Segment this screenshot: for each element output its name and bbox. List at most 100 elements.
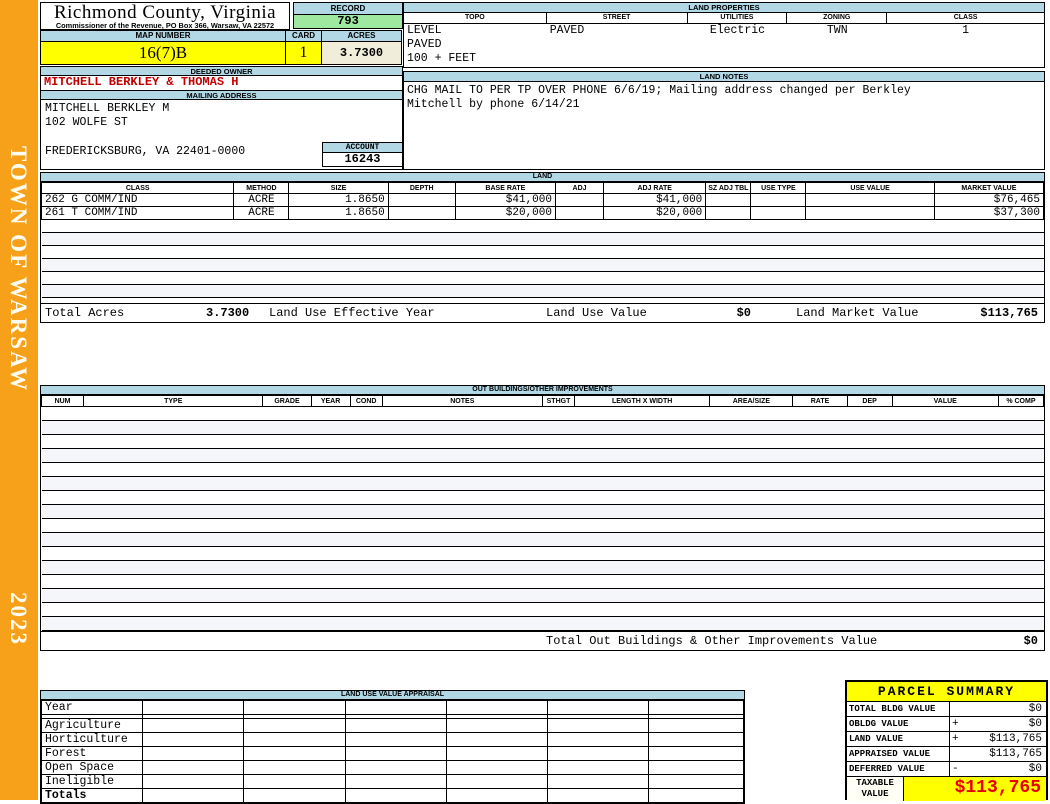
cell-adj-rate: $20,000 <box>603 206 707 220</box>
column-header: SIZE <box>288 182 389 194</box>
land-title: LAND <box>41 173 1044 182</box>
column-header: STHGT <box>541 395 576 407</box>
land-table: CLASS METHOD SIZE DEPTH BASE RATE ADJ AD… <box>40 182 1045 298</box>
column-header: METHOD <box>233 182 290 194</box>
taxable-value-row: TAXABLE VALUE $113,765 <box>847 777 1046 801</box>
street-value: PAVED <box>549 24 585 37</box>
parcel-summary-title: PARCEL SUMMARY <box>847 682 1046 702</box>
cell-market-value: $76,465 <box>933 193 1045 207</box>
land-use-effective-year-label: Land Use Effective Year <box>269 306 435 320</box>
appraisal-totals-row: Totals <box>40 788 744 803</box>
empty-row <box>41 462 1044 477</box>
land-use-appraisal-section: LAND USE VALUE APPRAISAL Year Agricultur… <box>40 690 745 804</box>
appraisal-row: Agriculture <box>40 718 744 733</box>
empty-row <box>41 219 1044 233</box>
land-notes-title: LAND NOTES <box>404 72 1044 82</box>
topo-value: 100 + FEET <box>407 52 477 65</box>
empty-row <box>41 588 1044 603</box>
column-header: AREA/SIZE <box>709 395 794 407</box>
empty-row <box>41 420 1044 435</box>
cell-base-rate: $20,000 <box>454 206 556 220</box>
column-header: NOTES <box>381 395 543 407</box>
empty-row <box>41 448 1044 463</box>
card-box: CARD 1 <box>285 30 322 65</box>
column-header: UTILITIES <box>687 13 788 24</box>
cell-class: 262 G COMM/IND <box>40 193 235 207</box>
column-header: DEP <box>846 395 893 407</box>
total-acres-value: 3.7300 <box>206 306 250 320</box>
taxable-label-line: VALUE <box>861 789 889 799</box>
column-header: SZ ADJ TBL <box>705 182 752 194</box>
out-buildings-total-label: Total Out Buildings & Other Improvements… <box>546 634 878 648</box>
row-label: Agriculture <box>40 718 144 733</box>
row-value: $0 <box>1028 718 1042 730</box>
land-properties-values-row: PAVED <box>404 38 1044 52</box>
column-header: ADJ <box>554 182 605 194</box>
empty-row <box>41 616 1044 631</box>
empty-row <box>41 518 1044 533</box>
address-line: FREDERICKSBURG, VA 22401-0000 <box>45 145 246 158</box>
cell-base-rate: $41,000 <box>454 193 556 207</box>
cell-adj-rate: $41,000 <box>603 193 707 207</box>
appraisal-row: Year <box>40 700 744 715</box>
land-properties-headers: TOPO STREET UTILITIES ZONING CLASS <box>404 13 1044 24</box>
taxable-label-line: TAXABLE <box>856 778 894 788</box>
zoning-value: TWN <box>826 24 848 37</box>
land-use-value-label: Land Use Value <box>546 306 647 320</box>
column-header: USE VALUE <box>805 182 935 194</box>
acres-box: ACRES 3.7300 <box>321 30 402 65</box>
row-label: Open Space <box>40 760 144 775</box>
column-header: GRADE <box>262 395 312 407</box>
address-line: MITCHELL BERKLEY M <box>45 102 170 115</box>
card-value: 1 <box>285 41 322 65</box>
land-notes-line: CHG MAIL TO PER TP OVER PHONE 6/6/19; Ma… <box>407 84 911 97</box>
row-label: Totals <box>40 788 144 803</box>
out-buildings-table: NUM TYPE GRADE YEAR COND NOTES STHGT LEN… <box>40 395 1045 631</box>
column-header: DEPTH <box>387 182 456 194</box>
cell-method: ACRE <box>233 206 290 220</box>
row-value: $0 <box>1028 763 1042 775</box>
column-header: LENGTH X WIDTH <box>574 395 711 407</box>
mailing-address-header: MAILING ADDRESS <box>40 90 403 100</box>
land-properties-values-row: LEVEL PAVED Electric TWN 1 <box>404 24 1044 38</box>
account-box: ACCOUNT 16243 <box>322 142 403 167</box>
land-notes-body: CHG MAIL TO PER TP OVER PHONE 6/6/19; Ma… <box>404 82 1044 114</box>
cell-use-type <box>750 193 807 207</box>
cell-size: 1.8650 <box>288 206 389 220</box>
column-header: BASE RATE <box>454 182 556 194</box>
acres-value: 3.7300 <box>321 41 402 65</box>
total-acres-label: Total Acres <box>45 306 125 320</box>
land-totals-row: Total Acres 3.7300 Land Use Effective Ye… <box>41 303 1044 322</box>
account-value: 16243 <box>322 152 403 167</box>
column-header: RATE <box>792 395 848 407</box>
row-label: APPRAISED VALUE <box>847 747 950 761</box>
row-operator: - <box>952 763 959 775</box>
column-header: MARKET VALUE <box>933 182 1045 194</box>
land-header-row: CLASS METHOD SIZE DEPTH BASE RATE ADJ AD… <box>40 182 1045 194</box>
map-number-value: 16(7)B <box>40 41 286 65</box>
out-buildings-header-row: NUM TYPE GRADE YEAR COND NOTES STHGT LEN… <box>40 395 1045 407</box>
column-header: TOPO <box>404 13 547 24</box>
deeded-owner-value: MITCHELL BERKLEY & THOMAS H <box>40 76 403 90</box>
land-market-value: $113,765 <box>980 306 1038 320</box>
out-buildings-total-value: $0 <box>1023 634 1038 648</box>
empty-row <box>41 560 1044 575</box>
land-use-appraisal-title: LAND USE VALUE APPRAISAL <box>41 691 744 700</box>
row-value: $113,765 <box>989 748 1042 760</box>
land-notes-section: LAND NOTES CHG MAIL TO PER TP OVER PHONE… <box>403 71 1045 170</box>
column-header: YEAR <box>310 395 351 407</box>
empty-row <box>41 434 1044 449</box>
topo-value: LEVEL <box>407 24 442 37</box>
land-section: LAND CLASS METHOD SIZE DEPTH BASE RATE A… <box>40 172 1045 323</box>
out-buildings-total-row: Total Out Buildings & Other Improvements… <box>41 631 1044 650</box>
topo-value: PAVED <box>407 38 442 51</box>
county-subtitle: Commissioner of the Revenue, PO Box 366,… <box>55 21 275 30</box>
appraisal-row: Horticulture <box>40 732 744 747</box>
empty-row <box>41 406 1044 421</box>
taxable-value-label: TAXABLE VALUE <box>847 777 904 801</box>
cell-sz-adj-tbl <box>705 206 752 220</box>
land-use-value: $0 <box>736 306 751 320</box>
county-title: Richmond County, Virginia <box>53 2 277 23</box>
appraisal-row: Forest <box>40 746 744 761</box>
row-label: DEFERRED VALUE <box>847 762 950 776</box>
